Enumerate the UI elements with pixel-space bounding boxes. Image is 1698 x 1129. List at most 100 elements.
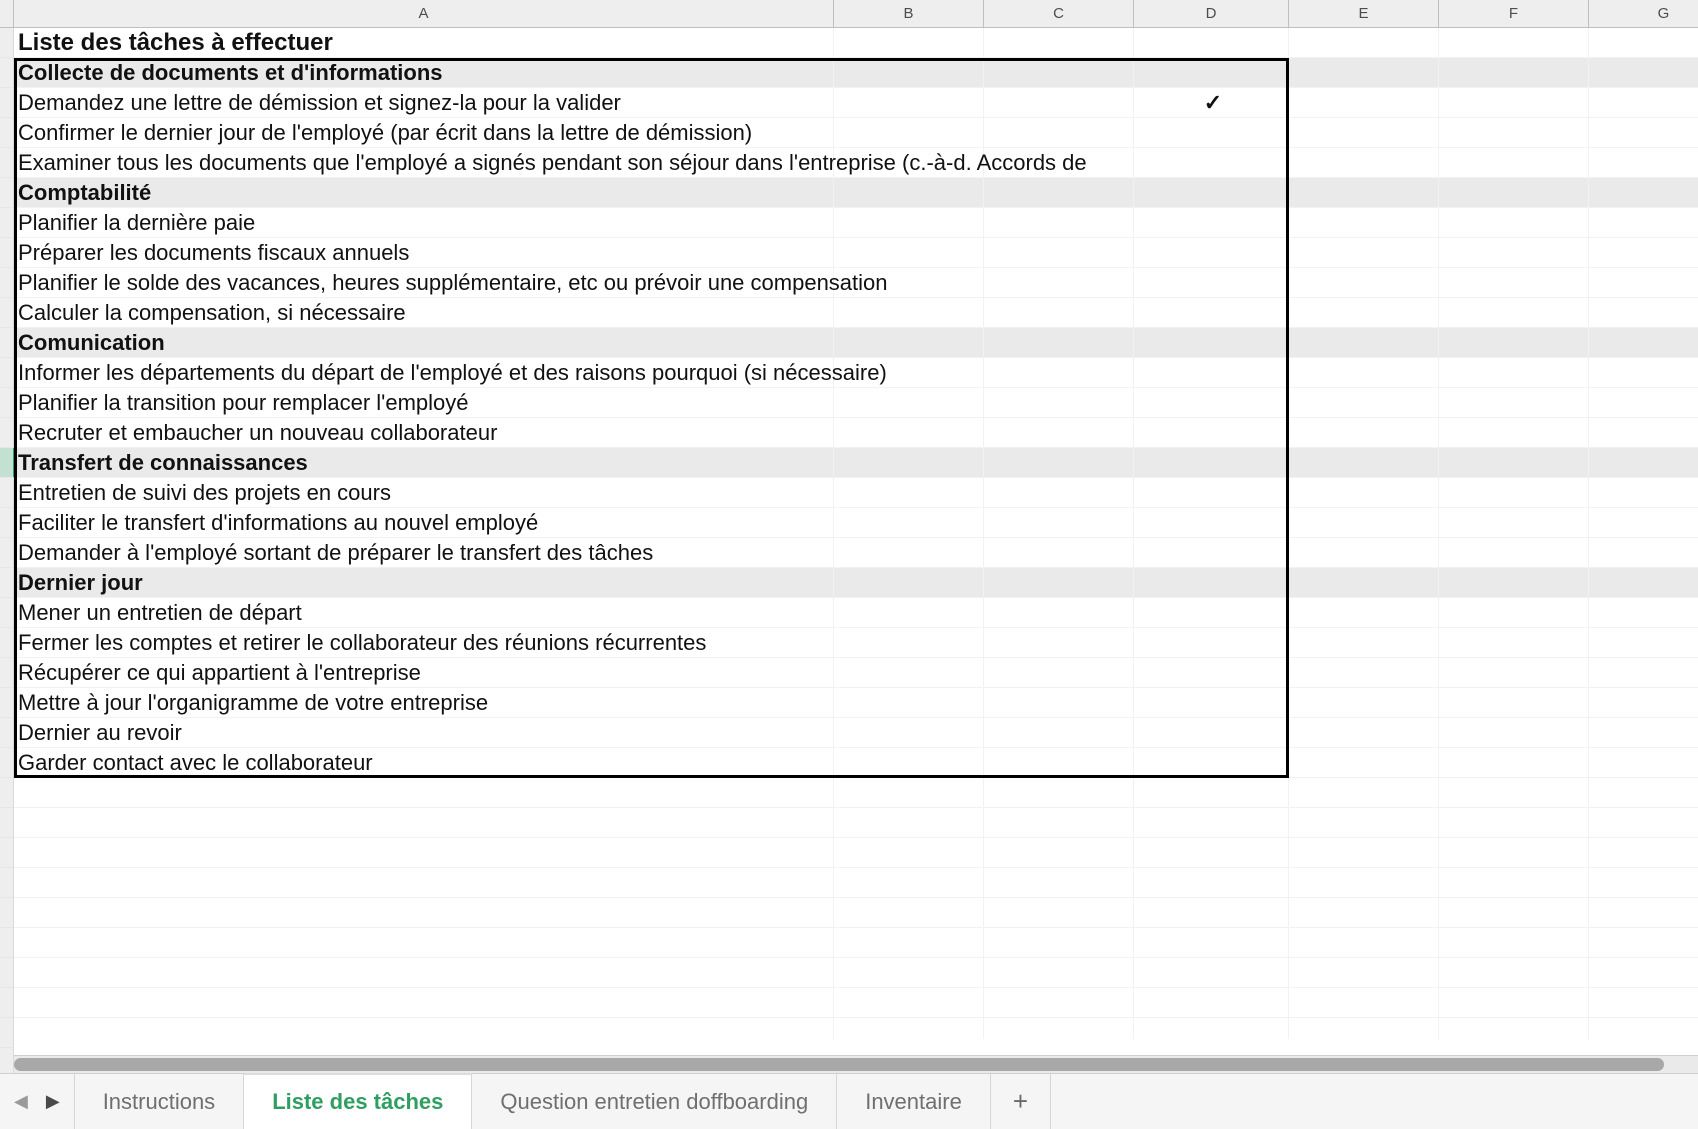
cell[interactable] — [834, 118, 984, 147]
row-number[interactable] — [0, 958, 13, 988]
cell[interactable] — [984, 88, 1134, 117]
row-number[interactable] — [0, 538, 13, 568]
row-number[interactable] — [0, 838, 13, 868]
cell[interactable] — [1589, 598, 1698, 627]
column-header[interactable]: G — [1589, 0, 1698, 27]
cell[interactable] — [834, 838, 984, 867]
task-text[interactable]: Examiner tous les documents que l'employ… — [14, 148, 834, 177]
row-number[interactable] — [0, 748, 13, 778]
cell[interactable] — [1134, 328, 1289, 357]
select-all-corner[interactable] — [0, 0, 14, 27]
cell[interactable] — [1289, 988, 1439, 1017]
cell[interactable] — [1134, 478, 1289, 507]
row-number[interactable] — [0, 298, 13, 328]
row-number[interactable] — [0, 1018, 13, 1048]
row-number[interactable] — [0, 328, 13, 358]
cell[interactable] — [984, 808, 1134, 837]
section-heading[interactable]: Comunication — [14, 328, 834, 357]
spreadsheet-row[interactable]: Calculer la compensation, si nécessaire — [14, 298, 1698, 328]
cell[interactable] — [834, 688, 984, 717]
column-header[interactable]: F — [1439, 0, 1589, 27]
cell[interactable] — [1439, 418, 1589, 447]
section-heading[interactable]: Comptabilité — [14, 178, 834, 207]
spreadsheet-row[interactable]: Récupérer ce qui appartient à l'entrepri… — [14, 658, 1698, 688]
cell[interactable] — [1589, 298, 1698, 327]
cell[interactable] — [834, 508, 984, 537]
cell[interactable] — [984, 838, 1134, 867]
cell[interactable] — [834, 898, 984, 927]
cell[interactable] — [1589, 958, 1698, 987]
cell[interactable] — [1589, 1018, 1698, 1039]
section-heading[interactable]: Dernier jour — [14, 568, 834, 597]
horizontal-scrollbar[interactable] — [14, 1055, 1698, 1073]
row-number[interactable] — [0, 358, 13, 388]
spreadsheet-row[interactable]: Entretien de suivi des projets en cours — [14, 478, 1698, 508]
cell[interactable] — [984, 418, 1134, 447]
cell[interactable] — [834, 298, 984, 327]
task-text[interactable]: Planifier le solde des vacances, heures … — [14, 268, 834, 297]
spreadsheet-row[interactable]: Dernier jour — [14, 568, 1698, 598]
cell[interactable] — [834, 178, 984, 207]
cell[interactable] — [1589, 898, 1698, 927]
cell[interactable] — [834, 568, 984, 597]
spreadsheet-row[interactable]: Mener un entretien de départ — [14, 598, 1698, 628]
cell[interactable] — [1589, 838, 1698, 867]
cell[interactable] — [1289, 778, 1439, 807]
row-number[interactable] — [0, 688, 13, 718]
row-number[interactable] — [0, 778, 13, 808]
cell[interactable] — [1134, 58, 1289, 87]
scrollbar-thumb[interactable] — [14, 1058, 1664, 1071]
cell[interactable] — [834, 628, 984, 657]
cell[interactable] — [1134, 838, 1289, 867]
cell[interactable] — [984, 928, 1134, 957]
cell[interactable] — [1589, 58, 1698, 87]
cell[interactable] — [14, 958, 834, 987]
cell[interactable] — [834, 778, 984, 807]
task-text[interactable]: Préparer les documents fiscaux annuels — [14, 238, 834, 267]
spreadsheet-row[interactable] — [14, 868, 1698, 898]
spreadsheet-row[interactable] — [14, 958, 1698, 988]
cell[interactable] — [984, 658, 1134, 687]
cell[interactable] — [1589, 778, 1698, 807]
row-number[interactable] — [0, 148, 13, 178]
cell[interactable] — [1289, 568, 1439, 597]
cell[interactable] — [1289, 28, 1439, 57]
cell[interactable] — [1134, 988, 1289, 1017]
cell[interactable] — [1439, 838, 1589, 867]
cell[interactable] — [1134, 658, 1289, 687]
cell[interactable] — [1439, 568, 1589, 597]
task-text[interactable]: Fermer les comptes et retirer le collabo… — [14, 628, 834, 657]
cell[interactable] — [1589, 238, 1698, 267]
row-number[interactable] — [0, 418, 13, 448]
cell[interactable] — [1439, 358, 1589, 387]
cell[interactable] — [834, 658, 984, 687]
cell[interactable] — [1439, 658, 1589, 687]
task-text[interactable]: Demandez une lettre de démission et sign… — [14, 88, 834, 117]
cell[interactable] — [1589, 868, 1698, 897]
cell[interactable] — [1589, 448, 1698, 477]
row-number[interactable] — [0, 388, 13, 418]
cell[interactable] — [834, 1018, 984, 1039]
cell[interactable] — [984, 268, 1134, 297]
cell[interactable] — [834, 388, 984, 417]
row-number[interactable] — [0, 868, 13, 898]
cell[interactable] — [984, 448, 1134, 477]
row-number[interactable] — [0, 28, 13, 58]
spreadsheet-row[interactable] — [14, 928, 1698, 958]
cell[interactable] — [1589, 358, 1698, 387]
row-number[interactable] — [0, 238, 13, 268]
cell[interactable] — [984, 508, 1134, 537]
row-number[interactable] — [0, 118, 13, 148]
cell[interactable] — [984, 688, 1134, 717]
row-number[interactable] — [0, 598, 13, 628]
cell[interactable] — [1134, 148, 1289, 177]
cell[interactable] — [1589, 178, 1698, 207]
spreadsheet-row[interactable]: Planifier la transition pour remplacer l… — [14, 388, 1698, 418]
task-text[interactable]: Faciliter le transfert d'informations au… — [14, 508, 834, 537]
cell[interactable] — [1439, 508, 1589, 537]
cell[interactable] — [1589, 148, 1698, 177]
cell[interactable] — [1134, 268, 1289, 297]
task-text[interactable]: Recruter et embaucher un nouveau collabo… — [14, 418, 834, 447]
spreadsheet-row[interactable] — [14, 988, 1698, 1018]
spreadsheet-row[interactable]: Fermer les comptes et retirer le collabo… — [14, 628, 1698, 658]
